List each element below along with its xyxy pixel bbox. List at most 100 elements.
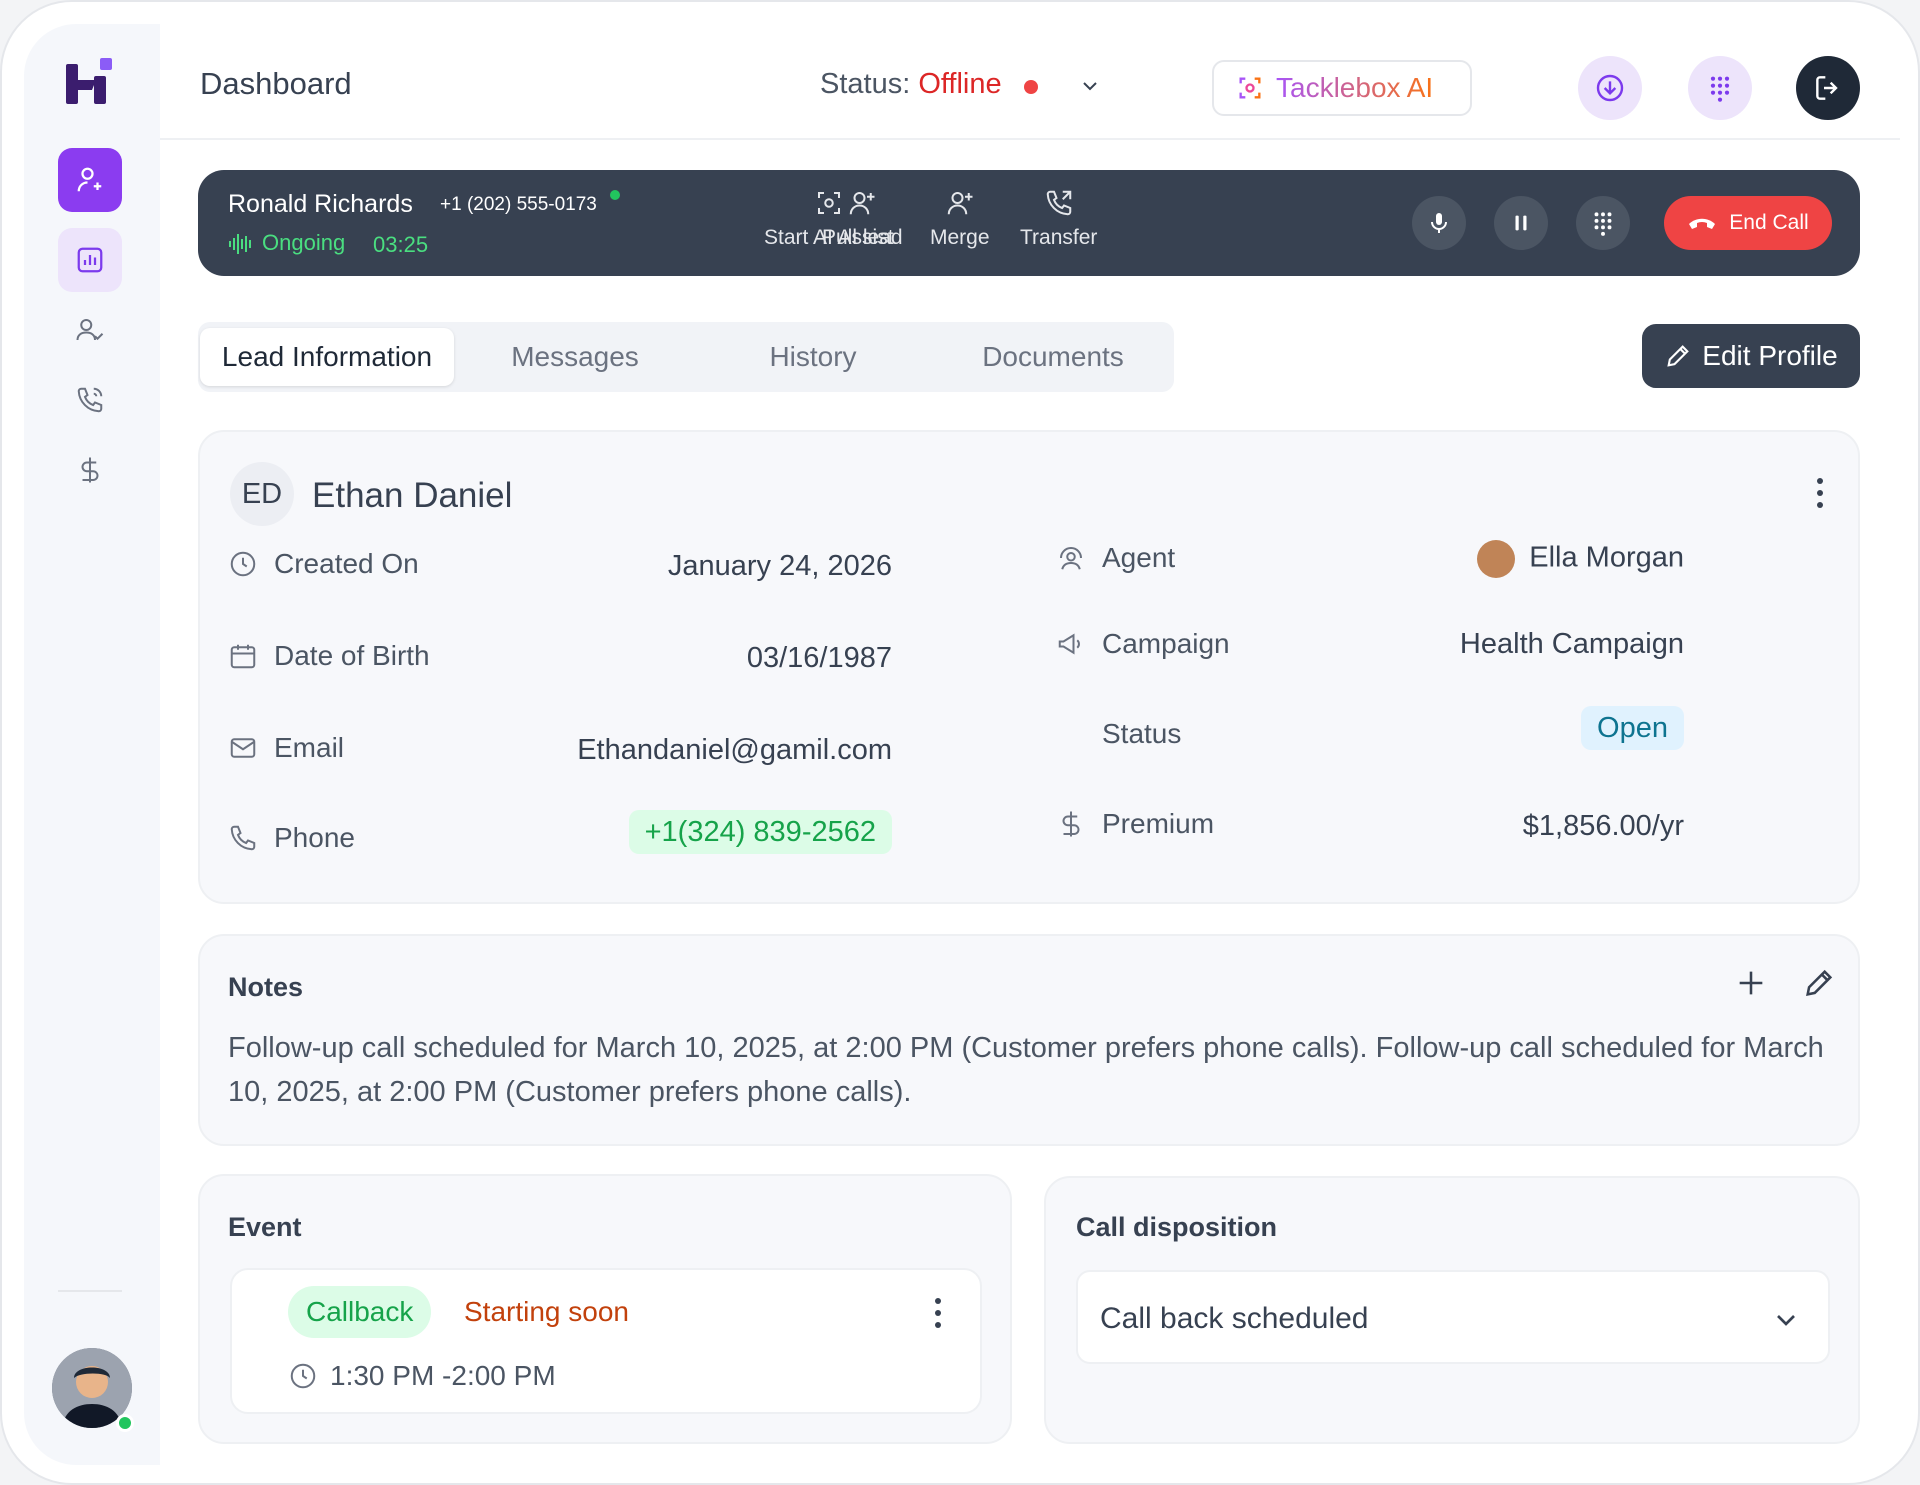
phone-value[interactable]: +1(324) 839-2562 (628, 810, 892, 854)
megaphone-icon (1058, 633, 1080, 655)
pull-lead-button[interactable]: Pull lead (822, 188, 903, 250)
download-icon (1596, 74, 1624, 102)
email-value[interactable]: Ethandaniel@gamil.com (577, 734, 892, 767)
agent-value-row: Ella Morgan (1477, 540, 1684, 578)
transfer-label: Transfer (1020, 226, 1098, 249)
dob-label-row: Date of Birth (228, 640, 430, 672)
lead-card: ED Ethan Daniel Created On January 24, 2… (198, 430, 1860, 904)
status-value: Offline (918, 68, 1002, 100)
dialpad-button[interactable] (1576, 196, 1630, 250)
end-call-button[interactable]: End Call (1664, 196, 1832, 250)
edit-profile-label: Edit Profile (1702, 340, 1838, 371)
agent-label-row: Agent (1056, 542, 1175, 574)
notes-title: Notes (228, 972, 304, 1002)
apps-button[interactable] (1688, 56, 1752, 120)
premium-value: $1,856.00/yr (1522, 810, 1684, 842)
caller-name: Ronald Richards (228, 190, 413, 218)
call-duration: 03:25 (373, 232, 429, 257)
created-on-value: January 24, 2026 (667, 550, 892, 582)
calendar-icon (230, 644, 256, 669)
brand-logo (66, 58, 112, 104)
premium-label: Premium (1102, 808, 1215, 839)
users-check-icon (76, 319, 104, 341)
call-disposition-card: Call disposition Call back scheduled (1044, 1176, 1860, 1444)
dialpad-icon (1594, 212, 1612, 236)
campaign-value: Health Campaign (1459, 628, 1684, 660)
event-time: 1:30 PM -2:00 PM (330, 1360, 556, 1391)
status-label: Status: (820, 68, 911, 100)
status-dot (1024, 80, 1038, 94)
sidebar-item-billing[interactable] (58, 438, 122, 502)
edit-profile-button[interactable]: Edit Profile (1642, 324, 1860, 388)
headset-agent-icon (1060, 547, 1082, 570)
campaign-label-row: Campaign (1056, 628, 1230, 660)
download-button[interactable] (1578, 56, 1642, 120)
more-options-icon[interactable] (1808, 476, 1832, 510)
email-label-row: Email (228, 732, 344, 764)
created-on-label: Created On (274, 548, 419, 579)
mail-icon (230, 738, 256, 758)
tab-messages[interactable]: Messages (460, 328, 690, 386)
live-indicator-dot (610, 190, 620, 200)
lead-initials-avatar: ED (230, 462, 294, 526)
sidebar (24, 24, 160, 1465)
chevron-down-icon[interactable] (1078, 74, 1102, 98)
phone-ring-icon (77, 387, 103, 413)
page-title: Dashboard (200, 66, 352, 101)
call-disposition-select[interactable]: Call back scheduled (1076, 1270, 1830, 1364)
event-title: Event (228, 1212, 302, 1242)
call-disposition-title: Call disposition (1076, 1212, 1278, 1242)
sidebar-item-add-lead[interactable] (58, 148, 122, 212)
clock-icon (290, 1363, 316, 1389)
sidebar-item-contacts[interactable] (58, 298, 122, 362)
email-label: Email (274, 732, 345, 763)
clock-icon (230, 551, 256, 577)
phone-label: Phone (274, 822, 355, 853)
merge-button[interactable]: Merge (930, 188, 990, 250)
logout-button[interactable] (1796, 56, 1860, 120)
agent-name: Ella Morgan (1529, 541, 1684, 574)
agent-status[interactable]: Status: Offline (820, 68, 1002, 101)
more-options-icon[interactable] (926, 1296, 950, 1330)
online-status-dot (116, 1414, 134, 1432)
tacklebox-ai-label: Tacklebox AI (1276, 72, 1434, 103)
tacklebox-ai-button[interactable]: Tacklebox AI (1212, 60, 1472, 116)
dollar-icon (1062, 811, 1080, 837)
tab-history[interactable]: History (698, 328, 928, 386)
created-on-label-row: Created On (228, 548, 419, 580)
microphone-icon (1431, 213, 1447, 233)
notes-card: Notes Follow-up call scheduled for March… (198, 934, 1860, 1146)
phone-number-pill[interactable]: +1(324) 839-2562 (628, 810, 892, 854)
event-item[interactable]: Callback Starting soon 1:30 PM -2:00 PM (230, 1268, 982, 1414)
top-bar: Dashboard Status: Offline Tacklebox AI (160, 24, 1900, 140)
user-plus-icon (77, 167, 102, 192)
transfer-button[interactable]: Transfer (1020, 188, 1097, 250)
tab-documents[interactable]: Documents (938, 328, 1168, 386)
chart-icon (77, 247, 103, 273)
status-badge: Open (1581, 706, 1684, 750)
merge-label: Merge (930, 226, 990, 249)
agent-avatar (1477, 540, 1516, 578)
pencil-icon[interactable] (1802, 966, 1836, 1000)
status-label: Status (1102, 718, 1182, 749)
sidebar-item-calls[interactable] (58, 368, 122, 432)
pencil-icon (1667, 345, 1690, 367)
hang-up-icon (1689, 218, 1716, 229)
call-disposition-value: Call back scheduled (1100, 1302, 1369, 1335)
agent-label: Agent (1102, 542, 1176, 573)
mute-button[interactable] (1412, 196, 1466, 250)
tab-lead-information[interactable]: Lead Information (200, 328, 454, 386)
pause-icon (1515, 215, 1527, 231)
hold-button[interactable] (1494, 196, 1548, 250)
pull-lead-label: Pull lead (822, 226, 903, 249)
sidebar-item-reports[interactable] (58, 228, 122, 292)
user-merge-icon (947, 192, 973, 215)
plus-icon[interactable] (1734, 966, 1768, 1000)
ai-sparkle-icon (1239, 77, 1261, 99)
phone-label-row: Phone (228, 822, 355, 854)
sidebar-divider (58, 1290, 122, 1292)
active-call-bar: Ronald Richards +1 (202) 555-0173 Ongoin… (198, 170, 1860, 276)
notes-text: Follow-up call scheduled for March 10, 2… (228, 1032, 1824, 1108)
chevron-down-icon (1777, 1315, 1795, 1326)
premium-label-row: Premium (1056, 808, 1214, 840)
